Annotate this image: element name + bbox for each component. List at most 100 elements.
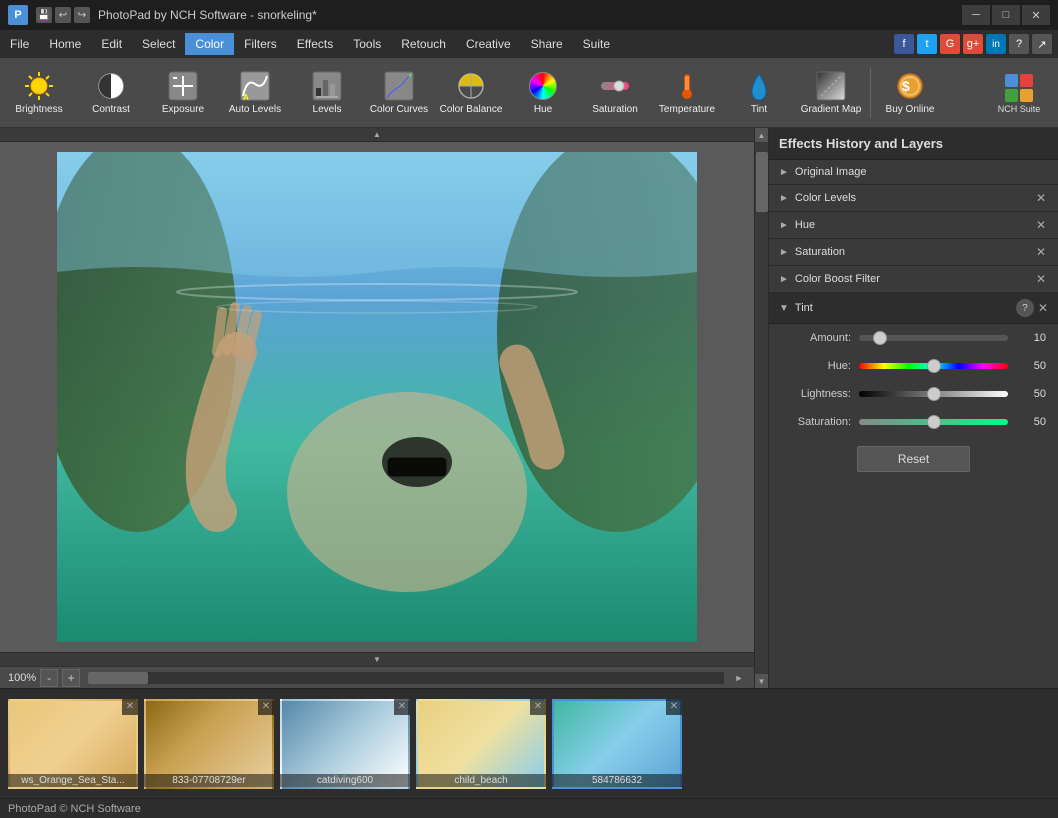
linkedin-icon[interactable]: in [986,34,1006,54]
tool-hue[interactable]: Hue [508,62,578,124]
undo-icon[interactable]: ↩ [55,7,71,23]
filmstrip-close-1[interactable]: ✕ [258,699,274,715]
tint-header[interactable]: ▼ Tint ? ✕ [769,293,1058,324]
tool-color-curves[interactable]: Color Curves [364,62,434,124]
color-levels-close[interactable]: ✕ [1034,191,1048,205]
hue-thumb[interactable] [927,359,941,373]
hue-slider[interactable] [859,363,1008,369]
saturation-thumb[interactable] [927,415,941,429]
share-icon[interactable]: ↗ [1032,34,1052,54]
scroll-right-arrow[interactable]: ► [732,671,746,685]
tool-gradient-map[interactable]: Gradient Map [796,62,866,124]
redo-icon[interactable]: ↪ [74,7,90,23]
menu-share[interactable]: Share [521,33,573,55]
color-curves-icon [383,70,415,102]
filmstrip-item-1[interactable]: ✕ 833-07708729er [144,699,274,789]
effect-color-levels[interactable]: ► Color Levels ✕ [769,185,1058,212]
v-scroll-down[interactable]: ▼ [755,674,769,688]
menu-creative[interactable]: Creative [456,33,521,55]
tint-panel-label: Tint [795,302,1016,314]
statusbar: PhotoPad © NCH Software [0,798,1058,818]
amount-label: Amount: [781,332,851,344]
zoom-level: 100% [8,672,36,684]
lightness-thumb[interactable] [927,387,941,401]
hue-slider-row: Hue: 50 [769,352,1058,380]
zoom-plus-button[interactable]: + [62,669,80,687]
effect-saturation[interactable]: ► Saturation ✕ [769,239,1058,266]
zoom-bar: 100% - + ► [0,666,754,688]
minimize-button[interactable]: ─ [962,5,990,25]
saturation-label: Saturation [592,104,638,115]
tool-tint[interactable]: Tint [724,62,794,124]
color-levels-arrow: ► [779,193,789,204]
effect-original-image[interactable]: ► Original Image [769,160,1058,185]
hue-close[interactable]: ✕ [1034,218,1048,232]
filmstrip-close-0[interactable]: ✕ [122,699,138,715]
hue-slider-label: Hue: [781,360,851,372]
tool-exposure[interactable]: Exposure [148,62,218,124]
close-button[interactable]: ✕ [1022,5,1050,25]
hue-label: Hue [534,104,552,115]
color-boost-close[interactable]: ✕ [1034,272,1048,286]
amount-slider[interactable] [859,335,1008,341]
nch-suite-label: NCH Suite [998,104,1041,114]
google-icon[interactable]: G [940,34,960,54]
tool-auto-levels[interactable]: A Auto Levels [220,62,290,124]
brightness-label: Brightness [15,104,62,115]
filmstrip-item-2[interactable]: ✕ catdiving600 [280,699,410,789]
menu-effects[interactable]: Effects [287,33,343,55]
zoom-minus-button[interactable]: - [40,669,58,687]
effect-color-boost-filter[interactable]: ► Color Boost Filter ✕ [769,266,1058,293]
tool-levels[interactable]: Levels [292,62,362,124]
twitter-icon[interactable]: t [917,34,937,54]
facebook-icon[interactable]: f [894,34,914,54]
tool-buy-online[interactable]: $ Buy Online [875,62,945,124]
tool-saturation[interactable]: Saturation [580,62,650,124]
menu-file[interactable]: File [0,33,39,55]
v-scroll-thumb[interactable] [756,152,768,212]
tool-contrast[interactable]: Contrast [76,62,146,124]
auto-levels-label: Auto Levels [229,104,281,115]
menu-suite[interactable]: Suite [573,33,620,55]
menu-filters[interactable]: Filters [234,33,287,55]
amount-thumb[interactable] [873,331,887,345]
scroll-down-arrow[interactable]: ▼ [0,652,754,666]
tool-temperature[interactable]: Temperature [652,62,722,124]
v-scroll-up[interactable]: ▲ [755,128,769,142]
menu-retouch[interactable]: Retouch [391,33,456,55]
tint-close[interactable]: ✕ [1038,301,1048,315]
help-nav-icon[interactable]: ? [1009,34,1029,54]
gplus-icon[interactable]: g+ [963,34,983,54]
menu-edit[interactable]: Edit [91,33,132,55]
lightness-slider[interactable] [859,391,1008,397]
menu-select[interactable]: Select [132,33,185,55]
nch-suite-button[interactable]: NCH Suite [984,62,1054,124]
maximize-button[interactable]: □ [992,5,1020,25]
tool-brightness[interactable]: Brightness [4,62,74,124]
filmstrip-close-2[interactable]: ✕ [394,699,410,715]
app-logo: P [8,5,28,25]
window-title: PhotoPad by NCH Software - snorkeling* [98,8,317,22]
scroll-up-arrow[interactable]: ▲ [0,128,754,142]
filmstrip-item-4[interactable]: ✕ 584786632 [552,699,682,789]
effect-hue[interactable]: ► Hue ✕ [769,212,1058,239]
saturation-value: 50 [1016,416,1046,428]
saturation-close[interactable]: ✕ [1034,245,1048,259]
reset-button[interactable]: Reset [857,446,970,472]
menu-tools[interactable]: Tools [343,33,391,55]
canvas-vertical-scrollbar[interactable]: ▲ ▼ [754,128,768,688]
tint-panel: ▼ Tint ? ✕ Amount: 10 Hue: 50 [769,293,1058,482]
menu-home[interactable]: Home [39,33,91,55]
menu-color[interactable]: Color [185,33,234,55]
save-icon[interactable]: 💾 [36,7,52,23]
horizontal-scrollbar[interactable] [88,672,724,684]
filmstrip-close-3[interactable]: ✕ [530,699,546,715]
filmstrip-item-3[interactable]: ✕ child_beach [416,699,546,789]
toolbar-separator [870,68,871,118]
filmstrip-label-3: child_beach [416,774,546,787]
tint-help-button[interactable]: ? [1016,299,1034,317]
saturation-slider[interactable] [859,419,1008,425]
filmstrip-close-4[interactable]: ✕ [666,699,682,715]
filmstrip-item-0[interactable]: ✕ ws_Orange_Sea_Sta... [8,699,138,789]
tool-color-balance[interactable]: Color Balance [436,62,506,124]
